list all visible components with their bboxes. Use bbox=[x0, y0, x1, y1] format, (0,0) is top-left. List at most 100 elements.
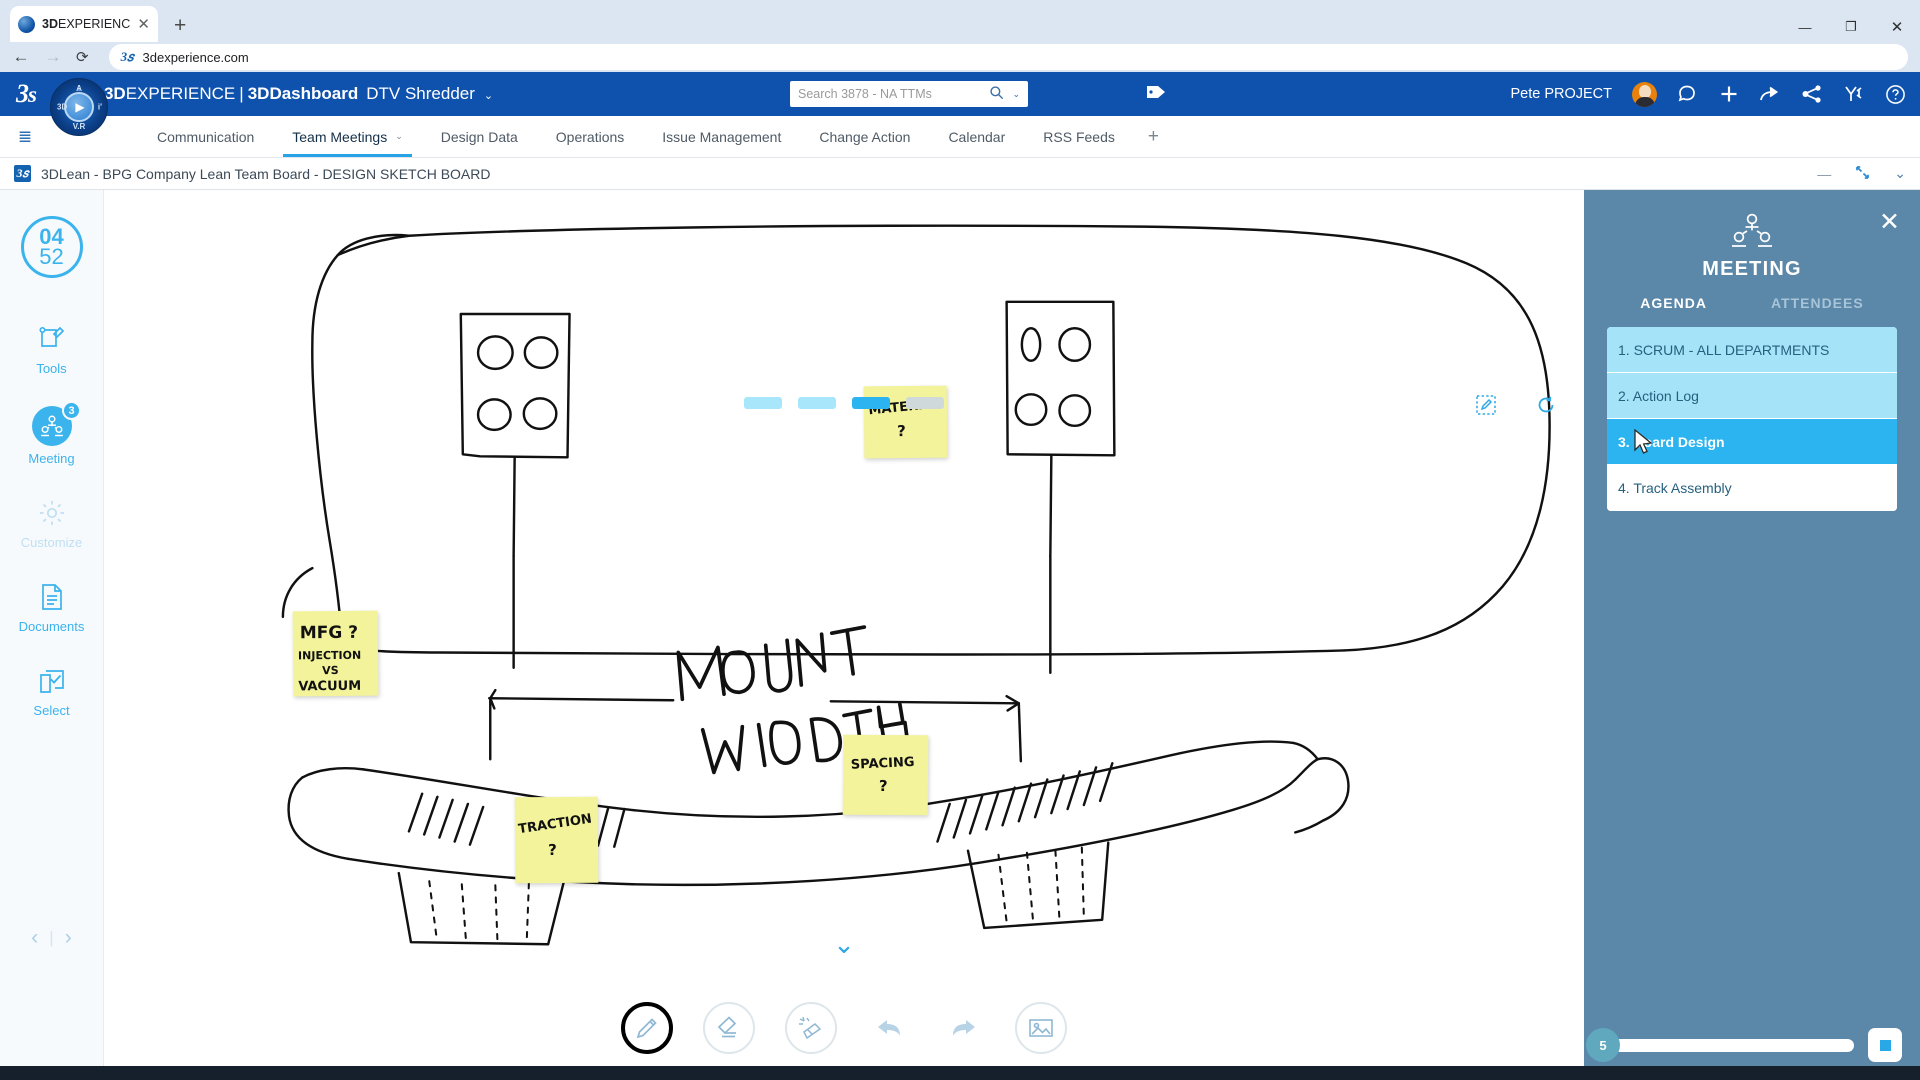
tab-agenda[interactable]: AGENDA bbox=[1640, 295, 1707, 311]
agenda-list: 1. SCRUM - ALL DEPARTMENTS 2. Action Log… bbox=[1607, 327, 1897, 511]
tag-icon[interactable] bbox=[1145, 82, 1167, 107]
slider-handle[interactable]: 5 bbox=[1586, 1028, 1620, 1062]
sidebar-item-label: Meeting bbox=[28, 451, 75, 466]
meeting-panel-footer: 5 bbox=[1584, 1028, 1920, 1062]
meeting-panel-tabs: AGENDA ATTENDEES bbox=[1640, 295, 1863, 311]
close-window-button[interactable]: ✕ bbox=[1874, 12, 1920, 42]
widget-title-bar: 3𝑠 3DLean - BPG Company Lean Team Board … bbox=[0, 158, 1920, 190]
svg-text:?: ? bbox=[548, 841, 557, 859]
meeting-people-icon bbox=[1730, 212, 1774, 255]
app-tab-bar: ≣ Communication Team Meetings ⌄ Design Da… bbox=[0, 116, 1920, 158]
next-page-button[interactable]: › bbox=[65, 926, 72, 950]
notification-icon[interactable] bbox=[1677, 84, 1699, 104]
main-area: 04 52 Tools 3 Meeting Customize Document… bbox=[0, 190, 1920, 1080]
tab-attendees[interactable]: ATTENDEES bbox=[1771, 295, 1864, 311]
search-icon[interactable] bbox=[989, 85, 1004, 103]
page-pill-2[interactable] bbox=[798, 397, 836, 409]
pencil-tool-button[interactable] bbox=[621, 1002, 673, 1054]
widget-collapse-button[interactable]: ⌄ bbox=[1894, 165, 1906, 182]
chevron-down-icon[interactable]: ⌄ bbox=[395, 131, 403, 142]
sticky-note-traction[interactable]: TRACTION ? TRACTION ? bbox=[514, 796, 599, 884]
duration-slider[interactable]: 5 bbox=[1586, 1028, 1854, 1062]
url-bar[interactable]: 3𝑠 3dexperience.com bbox=[108, 44, 1908, 70]
new-tab-button[interactable]: + bbox=[174, 15, 186, 36]
tab-design-data[interactable]: Design Data bbox=[422, 116, 537, 157]
agenda-item-3[interactable]: 3. Board Design bbox=[1607, 419, 1897, 465]
sidebar-item-tools[interactable]: Tools bbox=[0, 322, 103, 376]
app-top-bar: 3s Ѧ 3D i′ V.R ▶ 3DEXPERIENCE | 3DDashboar… bbox=[0, 72, 1920, 136]
sidebar-item-label: Tools bbox=[36, 361, 67, 376]
image-tool-button[interactable] bbox=[1015, 1002, 1067, 1054]
search-box[interactable]: ⌄ bbox=[790, 81, 1028, 107]
document-icon bbox=[35, 580, 69, 614]
meeting-panel-title: MEETING bbox=[1702, 258, 1802, 280]
tab-issue-management[interactable]: Issue Management bbox=[643, 116, 800, 157]
stop-button[interactable] bbox=[1868, 1028, 1902, 1062]
widget-icon: 3𝑠 bbox=[14, 165, 31, 182]
sidebar-item-documents[interactable]: Documents bbox=[0, 580, 103, 634]
sidebar-item-customize[interactable]: Customize bbox=[0, 496, 103, 550]
close-icon[interactable]: ✕ bbox=[137, 17, 150, 32]
page-pill-4[interactable] bbox=[906, 397, 944, 409]
page-navigation: ‹ | › bbox=[31, 926, 71, 950]
page-pill-3[interactable] bbox=[852, 397, 890, 409]
refresh-icon[interactable] bbox=[1536, 395, 1556, 420]
page-pill-1[interactable] bbox=[744, 397, 782, 409]
app-tab-list: Communication Team Meetings ⌄ Design Data… bbox=[138, 116, 1159, 157]
svg-text:INJECTION: INJECTION bbox=[298, 649, 361, 663]
svg-text:MFG ?: MFG ? bbox=[300, 623, 358, 644]
add-tab-button[interactable]: + bbox=[1148, 126, 1159, 148]
tab-calendar[interactable]: Calendar bbox=[929, 116, 1024, 157]
search-options-chevron-icon[interactable]: ⌄ bbox=[1012, 89, 1020, 100]
brand-title[interactable]: 3DEXPERIENCE | 3DDashboard DTV Shredder ⌄ bbox=[104, 84, 493, 104]
widget-minimize-button[interactable]: — bbox=[1817, 166, 1831, 182]
scroll-down-button[interactable]: ⌄ bbox=[833, 929, 855, 960]
stop-square-icon bbox=[1879, 1039, 1891, 1051]
share-arrow-icon[interactable] bbox=[1759, 84, 1781, 104]
avatar[interactable] bbox=[1632, 81, 1657, 107]
forward-icon[interactable]: → bbox=[44, 47, 62, 67]
agenda-item-4[interactable]: 4. Track Assembly bbox=[1607, 465, 1897, 511]
tab-rss-feeds[interactable]: RSS Feeds bbox=[1024, 116, 1134, 157]
clear-all-tool-button[interactable] bbox=[785, 1002, 837, 1054]
agenda-item-1[interactable]: 1. SCRUM - ALL DEPARTMENTS bbox=[1607, 327, 1897, 373]
sidebar-item-meeting[interactable]: 3 Meeting bbox=[0, 401, 103, 466]
sketch-canvas[interactable]: MATERIAL ? MATERIAL ? MFG ? INJECTION VS… bbox=[104, 190, 1584, 1080]
tab-communication[interactable]: Communication bbox=[138, 116, 273, 157]
redo-tool-button[interactable] bbox=[941, 1002, 985, 1054]
play-icon: ▶ bbox=[75, 100, 85, 114]
help-icon[interactable] bbox=[1885, 84, 1906, 105]
maximize-window-button[interactable]: ❐ bbox=[1828, 12, 1874, 42]
agenda-item-2[interactable]: 2. Action Log bbox=[1607, 373, 1897, 419]
tab-team-meetings[interactable]: Team Meetings ⌄ bbox=[273, 116, 421, 157]
collaboration-icon[interactable] bbox=[1843, 84, 1865, 104]
annotate-pencil-icon[interactable] bbox=[1476, 395, 1496, 420]
add-icon[interactable] bbox=[1719, 84, 1739, 104]
reload-icon[interactable]: ⟳ bbox=[76, 48, 89, 66]
undo-tool-button[interactable] bbox=[867, 1002, 911, 1054]
menu-icon[interactable]: ≣ bbox=[8, 127, 42, 147]
tab-change-action[interactable]: Change Action bbox=[800, 116, 929, 157]
browser-tab[interactable]: 3DEXPERIENCE ✕ bbox=[10, 6, 158, 42]
search-input[interactable] bbox=[798, 87, 990, 101]
sticky-note-text: TRACTION ? bbox=[517, 812, 593, 860]
widget-restore-button[interactable] bbox=[1855, 165, 1870, 183]
minimize-window-button[interactable]: — bbox=[1782, 12, 1828, 42]
agenda-item-label: 4. Track Assembly bbox=[1618, 480, 1732, 496]
tab-operations[interactable]: Operations bbox=[537, 116, 643, 157]
share-network-icon[interactable] bbox=[1801, 84, 1823, 104]
sticky-note-text: SPACING ? bbox=[851, 755, 915, 795]
compass-button[interactable]: Ѧ 3D i′ V.R ▶ bbox=[50, 78, 108, 136]
user-name[interactable]: Pete PROJECT bbox=[1510, 86, 1612, 102]
prev-page-button[interactable]: ‹ bbox=[31, 926, 38, 950]
agenda-item-label: 2. Action Log bbox=[1618, 387, 1699, 404]
eraser-tool-button[interactable] bbox=[703, 1002, 755, 1054]
widget-title: 3DLean - BPG Company Lean Team Board - D… bbox=[41, 165, 491, 182]
close-icon[interactable]: ✕ bbox=[1879, 210, 1900, 235]
sticky-note-mfg[interactable]: MFG ? INJECTION VS VACUUM MFG ? INJECTIO… bbox=[292, 610, 379, 697]
widget-controls: — ⌄ bbox=[1817, 165, 1906, 183]
svg-text:VS: VS bbox=[322, 664, 339, 677]
back-icon[interactable]: ← bbox=[12, 47, 30, 67]
sticky-note-spacing[interactable]: SPACING ? SPACING ? bbox=[842, 734, 929, 816]
sidebar-item-select[interactable]: Select bbox=[0, 664, 103, 718]
